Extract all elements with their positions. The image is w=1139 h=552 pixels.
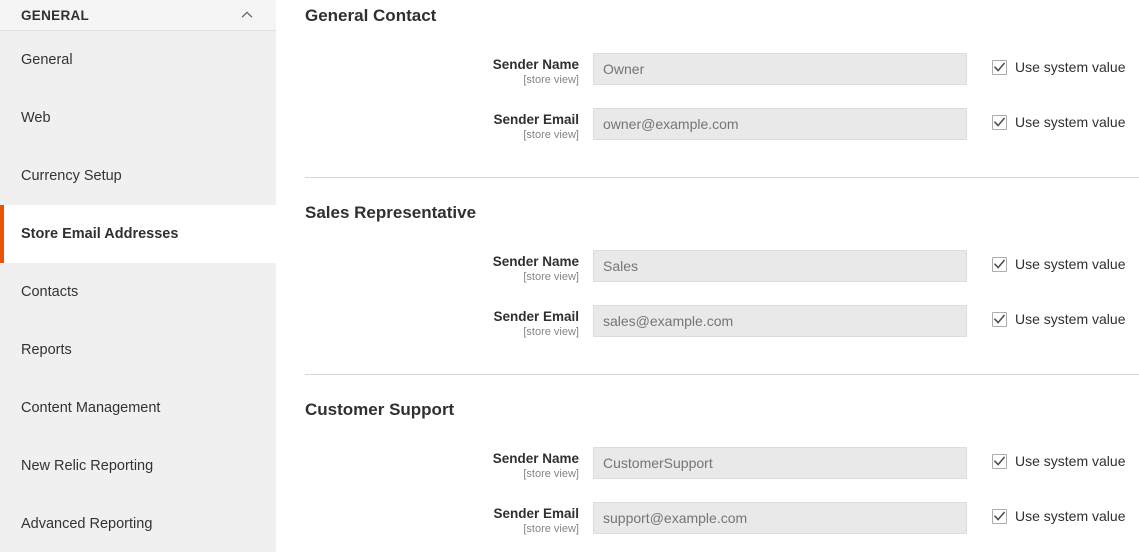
- section-title: General Contact: [305, 6, 437, 25]
- sidebar-item-label: Content Management: [21, 400, 161, 416]
- use-system-value-label: Use system value: [1015, 453, 1126, 469]
- field-row: Sender Name [store view] Use system value: [305, 53, 1139, 108]
- field-label: Sender Name [store view]: [305, 250, 593, 284]
- use-system-value-toggle[interactable]: Use system value: [992, 305, 1125, 327]
- use-system-value-label: Use system value: [1015, 256, 1126, 272]
- field-scope-text: [store view]: [523, 74, 579, 86]
- field-label: Sender Email [store view]: [305, 305, 593, 339]
- use-system-value-checkbox[interactable]: [992, 311, 1007, 327]
- field-row: Sender Email [store view] Use system value: [305, 305, 1139, 360]
- sidebar-section-title: GENERAL: [21, 7, 90, 23]
- sidebar-item-advanced-reporting[interactable]: Advanced Reporting: [0, 495, 276, 552]
- field-label-text: Sender Name: [492, 57, 579, 72]
- field-scope-text: [store view]: [523, 326, 579, 338]
- field-row: Sender Email [store view] Use system value: [305, 108, 1139, 163]
- sidebar-item-general[interactable]: General: [0, 31, 276, 89]
- use-system-value-checkbox[interactable]: [992, 114, 1007, 130]
- use-system-value-label: Use system value: [1015, 59, 1126, 75]
- field-scope-text: [store view]: [523, 129, 579, 141]
- field-input-wrapper: [593, 305, 967, 337]
- use-system-value-checkbox[interactable]: [992, 59, 1007, 75]
- sidebar-item-content-management[interactable]: Content Management: [0, 379, 276, 437]
- field-label: Sender Name [store view]: [305, 447, 593, 481]
- use-system-value-toggle[interactable]: Use system value: [992, 250, 1125, 272]
- field-row: Sender Email [store view] Use system value: [305, 502, 1139, 552]
- field-scope-text: [store view]: [523, 523, 579, 535]
- sidebar-item-label: Advanced Reporting: [21, 516, 153, 532]
- field-input-wrapper: [593, 447, 967, 479]
- config-sidebar: GENERAL General Web Currency Setup Store Em…: [0, 0, 276, 552]
- sidebar-item-store-email-addresses[interactable]: Store Email Addresses: [0, 205, 276, 263]
- sidebar-item-new-relic-reporting[interactable]: New Relic Reporting: [0, 437, 276, 495]
- sidebar-item-label: Reports: [21, 342, 72, 358]
- sidebar-section-header-general[interactable]: GENERAL: [0, 0, 276, 31]
- section-title: Sales Representative: [305, 203, 477, 222]
- field-label: Sender Email [store view]: [305, 108, 593, 142]
- field-label-text: Sender Name: [492, 451, 579, 466]
- sidebar-item-web[interactable]: Web: [0, 89, 276, 147]
- section-title: Customer Support: [305, 400, 455, 419]
- sender-name-input[interactable]: [593, 53, 967, 85]
- field-label: Sender Email [store view]: [305, 502, 593, 536]
- sidebar-item-label: Contacts: [21, 284, 79, 300]
- field-label-text: Sender Email: [493, 112, 579, 127]
- sender-email-input[interactable]: [593, 108, 967, 140]
- sidebar-item-label: Web: [21, 110, 51, 126]
- field-label-text: Sender Name: [492, 254, 579, 269]
- field-scope-text: [store view]: [523, 271, 579, 283]
- use-system-value-label: Use system value: [1015, 114, 1126, 130]
- use-system-value-label: Use system value: [1015, 311, 1126, 327]
- field-label: Sender Name [store view]: [305, 53, 593, 87]
- config-page: GENERAL General Web Currency Setup Store Em…: [0, 0, 1139, 552]
- config-section-sales-representative: Sales Representative Sender Name [store vi…: [305, 177, 1139, 374]
- field-input-wrapper: [593, 250, 967, 282]
- sidebar-menu: General Web Currency Setup Store Email Addr…: [0, 31, 276, 552]
- sender-email-input[interactable]: [593, 305, 967, 337]
- field-scope-text: [store view]: [523, 468, 579, 480]
- sender-name-input[interactable]: [593, 447, 967, 479]
- use-system-value-toggle[interactable]: Use system value: [992, 53, 1125, 75]
- sidebar-item-label: Store Email Addresses: [21, 226, 179, 242]
- field-row: Sender Name [store view] Use system value: [305, 447, 1139, 502]
- section-divider: [305, 177, 1139, 178]
- use-system-value-label: Use system value: [1015, 508, 1126, 524]
- sidebar-item-reports[interactable]: Reports: [0, 321, 276, 379]
- field-label-text: Sender Email: [493, 506, 579, 521]
- chevron-up-icon[interactable]: [240, 8, 254, 22]
- field-input-wrapper: [593, 502, 967, 534]
- use-system-value-checkbox[interactable]: [992, 453, 1007, 469]
- sidebar-item-label: New Relic Reporting: [21, 458, 154, 474]
- use-system-value-toggle[interactable]: Use system value: [992, 502, 1125, 524]
- field-row: Sender Name [store view] Use system value: [305, 250, 1139, 305]
- config-content: General Contact Sender Name [store view] Us…: [276, 0, 1139, 552]
- sender-email-input[interactable]: [593, 502, 967, 534]
- sidebar-item-contacts[interactable]: Contacts: [0, 263, 276, 321]
- use-system-value-toggle[interactable]: Use system value: [992, 447, 1125, 469]
- section-divider: [305, 374, 1139, 375]
- sidebar-item-label: General: [21, 52, 73, 68]
- use-system-value-toggle[interactable]: Use system value: [992, 108, 1125, 130]
- sidebar-item-currency-setup[interactable]: Currency Setup: [0, 147, 276, 205]
- field-input-wrapper: [593, 53, 967, 85]
- sender-name-input[interactable]: [593, 250, 967, 282]
- sidebar-item-label: Currency Setup: [21, 168, 122, 184]
- config-section-general-contact: General Contact Sender Name [store view] Us…: [305, 7, 1139, 177]
- use-system-value-checkbox[interactable]: [992, 256, 1007, 272]
- field-input-wrapper: [593, 108, 967, 140]
- use-system-value-checkbox[interactable]: [992, 508, 1007, 524]
- config-section-customer-support: Customer Support Sender Name [store view] U…: [305, 374, 1139, 552]
- field-label-text: Sender Email: [493, 309, 579, 324]
